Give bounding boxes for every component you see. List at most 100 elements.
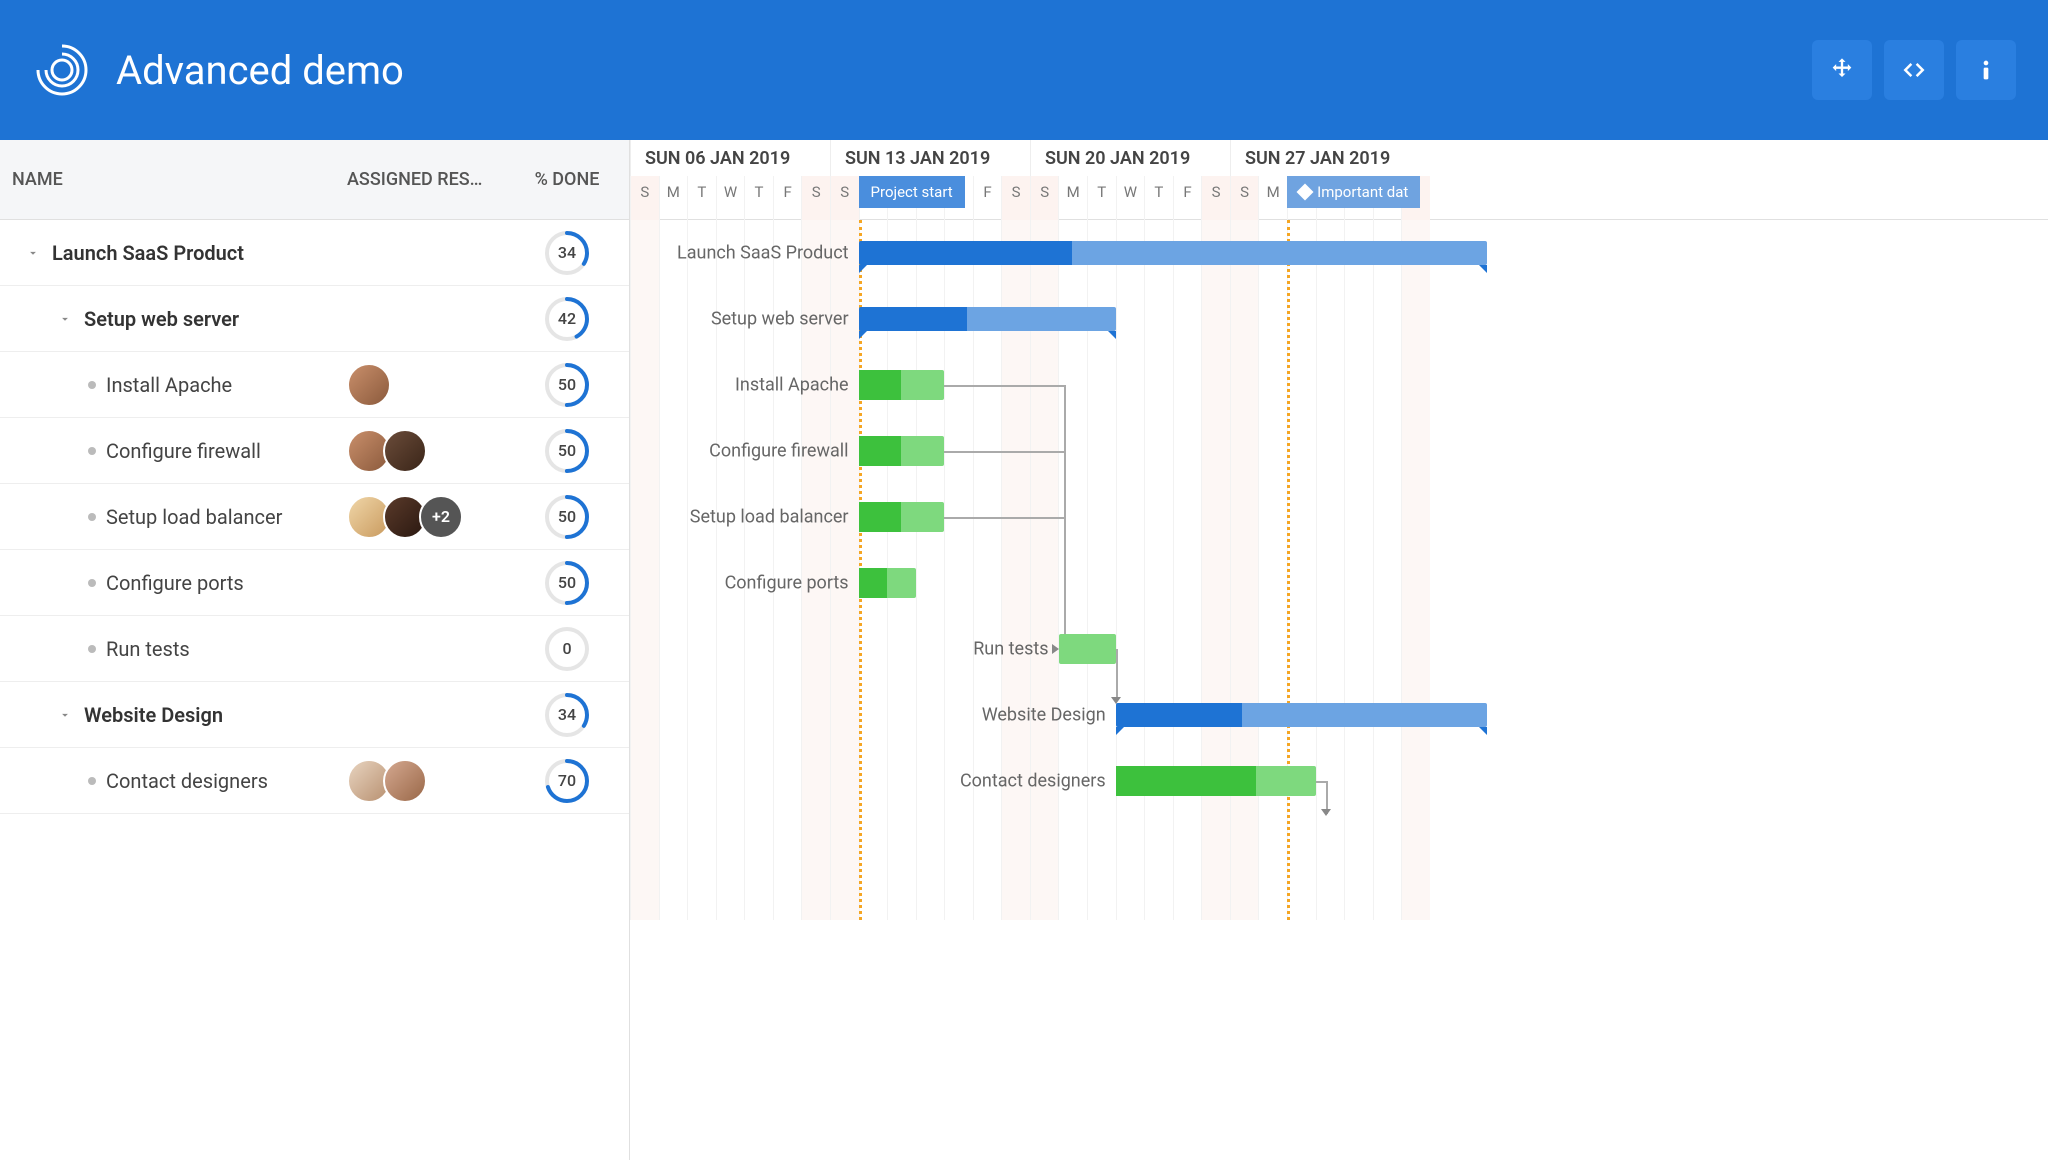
content: NAME ASSIGNED RES… % DONE Launch SaaS Pr… xyxy=(0,140,2048,1160)
done-cell: 0 xyxy=(517,625,617,673)
gantt-day-label: W xyxy=(716,176,745,220)
gantt-bar-done xyxy=(1116,766,1256,796)
task-label: Setup load balancer xyxy=(106,505,282,529)
task-name-cell: Website Design xyxy=(12,703,347,727)
task-row[interactable]: Launch SaaS Product 34 xyxy=(0,220,629,286)
progress-ring: 50 xyxy=(543,559,591,607)
chevron-down-icon[interactable] xyxy=(56,312,74,326)
task-name-cell: Setup web server xyxy=(12,307,347,331)
progress-value: 42 xyxy=(543,295,591,343)
gantt-bar[interactable] xyxy=(859,502,945,532)
gantt-header: SUN 06 JAN 2019SUN 13 JAN 2019SUN 20 JAN… xyxy=(630,140,2048,220)
progress-ring: 50 xyxy=(543,361,591,409)
app-logo-icon xyxy=(32,40,92,100)
gantt-week-label: SUN 20 JAN 2019 xyxy=(1030,140,1230,176)
progress-value: 0 xyxy=(543,625,591,673)
progress-value: 34 xyxy=(543,691,591,739)
task-label: Configure firewall xyxy=(106,439,261,463)
avatars-cell xyxy=(347,429,517,473)
task-name-cell: Setup load balancer xyxy=(12,505,347,529)
avatars-cell xyxy=(347,759,517,803)
task-rows: Launch SaaS Product 34 Setup web server 42 I… xyxy=(0,220,629,814)
gantt-panel: SUN 06 JAN 2019SUN 13 JAN 2019SUN 20 JAN… xyxy=(630,140,2048,1160)
gantt-week-label: SUN 06 JAN 2019 xyxy=(630,140,830,176)
bullet-icon xyxy=(88,381,96,389)
gantt-bar-done xyxy=(859,370,902,400)
gantt-bar[interactable] xyxy=(859,307,1116,331)
task-row[interactable]: Setup web server 42 xyxy=(0,286,629,352)
task-label: Setup web server xyxy=(84,307,239,331)
progress-ring: 50 xyxy=(543,493,591,541)
gantt-day-label: F xyxy=(773,176,802,220)
done-cell: 34 xyxy=(517,229,617,277)
gantt-day-label: F xyxy=(1173,176,1202,220)
gantt-bar[interactable] xyxy=(859,241,1488,265)
gantt-row: Run tests xyxy=(630,616,2048,682)
bullet-icon xyxy=(88,777,96,785)
gantt-row-label: Configure firewall xyxy=(709,440,848,461)
progress-ring: 0 xyxy=(543,625,591,673)
app-header: Advanced demo xyxy=(0,0,2048,140)
gantt-bar[interactable] xyxy=(859,568,916,598)
milestone-important[interactable]: Important dat xyxy=(1287,176,1420,208)
header-actions xyxy=(1812,40,2016,100)
gantt-row-label: Launch SaaS Product xyxy=(677,242,849,263)
task-name-cell: Configure firewall xyxy=(12,439,347,463)
gantt-row: Setup load balancer xyxy=(630,484,2048,550)
milestone-label: Project start xyxy=(871,183,953,201)
gantt-bar-done xyxy=(859,568,888,598)
task-row[interactable]: Run tests0 xyxy=(0,616,629,682)
gantt-bar[interactable] xyxy=(859,370,945,400)
gantt-week-label: SUN 13 JAN 2019 xyxy=(830,140,1030,176)
task-name-cell: Contact designers xyxy=(12,769,347,793)
milestone-project-start[interactable]: Project start xyxy=(859,176,965,208)
gantt-row-label: Setup web server xyxy=(711,308,849,329)
avatars-cell xyxy=(347,363,517,407)
gantt-bar[interactable] xyxy=(1059,634,1116,664)
gantt-bar-progress xyxy=(1242,703,1487,727)
avatar[interactable] xyxy=(347,363,391,407)
avatar-more[interactable]: +2 xyxy=(419,495,463,539)
gantt-bar[interactable] xyxy=(1116,703,1487,727)
gantt-bar-progress xyxy=(1072,241,1487,265)
done-cell: 70 xyxy=(517,757,617,805)
task-row[interactable]: Install Apache50 xyxy=(0,352,629,418)
gantt-bar-done xyxy=(859,436,902,466)
task-row[interactable]: Configure ports50 xyxy=(0,550,629,616)
done-cell: 42 xyxy=(517,295,617,343)
gantt-bar-progress xyxy=(967,307,1116,331)
gantt-day-label: S xyxy=(1201,176,1230,220)
chevron-down-icon[interactable] xyxy=(24,246,42,260)
task-label: Website Design xyxy=(84,703,223,727)
task-label: Launch SaaS Product xyxy=(52,241,244,265)
code-button[interactable] xyxy=(1884,40,1944,100)
task-row[interactable]: Configure firewall 50 xyxy=(0,418,629,484)
gantt-day-label: T xyxy=(1144,176,1173,220)
progress-value: 50 xyxy=(543,493,591,541)
done-cell: 50 xyxy=(517,361,617,409)
done-cell: 50 xyxy=(517,493,617,541)
bullet-icon xyxy=(88,579,96,587)
progress-ring: 34 xyxy=(543,229,591,277)
bullet-icon xyxy=(88,645,96,653)
gantt-day-label: S xyxy=(801,176,830,220)
progress-ring: 70 xyxy=(543,757,591,805)
gantt-day-label: S xyxy=(630,176,659,220)
gantt-row-label: Configure ports xyxy=(725,572,849,593)
task-label: Contact designers xyxy=(106,769,268,793)
col-name-header: NAME xyxy=(12,169,347,190)
avatar[interactable] xyxy=(383,759,427,803)
task-row[interactable]: Setup load balancer +2 50 xyxy=(0,484,629,550)
info-button[interactable] xyxy=(1956,40,2016,100)
progress-ring: 50 xyxy=(543,427,591,475)
milestone-label: Important dat xyxy=(1317,183,1408,201)
task-row[interactable]: Contact designers 70 xyxy=(0,748,629,814)
gantt-bar[interactable] xyxy=(859,436,945,466)
chevron-down-icon[interactable] xyxy=(56,708,74,722)
avatar[interactable] xyxy=(383,429,427,473)
move-button[interactable] xyxy=(1812,40,1872,100)
task-header: NAME ASSIGNED RES… % DONE xyxy=(0,140,629,220)
gantt-body[interactable]: Launch SaaS ProductSetup web serverInsta… xyxy=(630,220,2048,814)
task-row[interactable]: Website Design 34 xyxy=(0,682,629,748)
gantt-bar[interactable] xyxy=(1116,766,1316,796)
